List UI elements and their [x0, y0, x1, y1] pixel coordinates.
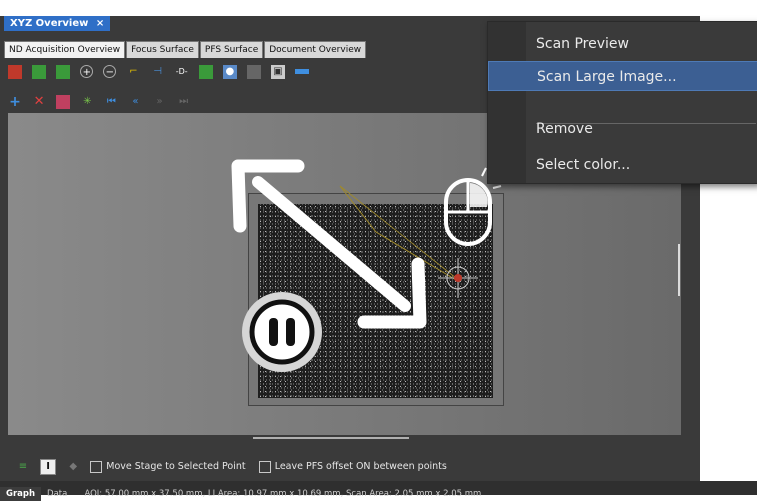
- move-stage-label: Move Stage to Selected Point: [106, 461, 246, 472]
- diamond-icon[interactable]: ◆: [66, 460, 80, 474]
- menu-item-label: Select color...: [536, 157, 631, 173]
- tab-graph[interactable]: Graph: [0, 487, 42, 501]
- options-bar: ≡ I ◆ Move Stage to Selected Point Leave…: [0, 452, 700, 475]
- leave-pfs-checkbox[interactable]: [258, 460, 271, 473]
- crosshair-icon: [438, 258, 478, 298]
- menu-item-select-color[interactable]: Select color...: [488, 150, 757, 180]
- area-info-text: AOI: 57.00 mm x 37.50 mm, LI Area: 10.97…: [84, 489, 482, 499]
- menu-item-label: Scan Preview: [536, 36, 629, 52]
- layers-icon[interactable]: ≡: [16, 460, 30, 474]
- tab-data[interactable]: Data: [41, 487, 73, 501]
- menu-item-scan-preview[interactable]: Scan Preview: [488, 29, 757, 59]
- menu-item-scan-large-image[interactable]: Scan Large Image...: [488, 61, 757, 91]
- options-row: ≡ I ◆ Move Stage to Selected Point Leave…: [16, 456, 455, 475]
- status-bar: Graph Data AOI: 57.00 mm x 37.50 mm, LI A…: [0, 481, 757, 501]
- menu-item-remove[interactable]: Remove: [488, 114, 757, 144]
- menu-item-label: Remove: [536, 121, 593, 137]
- move-stage-checkbox[interactable]: [90, 460, 103, 473]
- menu-item-label: Scan Large Image...: [537, 69, 677, 85]
- cursor-tool-icon[interactable]: I: [40, 458, 57, 475]
- splitter-handle[interactable]: [253, 437, 409, 439]
- leave-pfs-label: Leave PFS offset ON between points: [274, 461, 447, 472]
- vertical-scrollbar[interactable]: [678, 244, 680, 296]
- pause-icon: [242, 292, 322, 372]
- context-menu: Scan Preview Scan Large Image... Remove …: [487, 21, 757, 184]
